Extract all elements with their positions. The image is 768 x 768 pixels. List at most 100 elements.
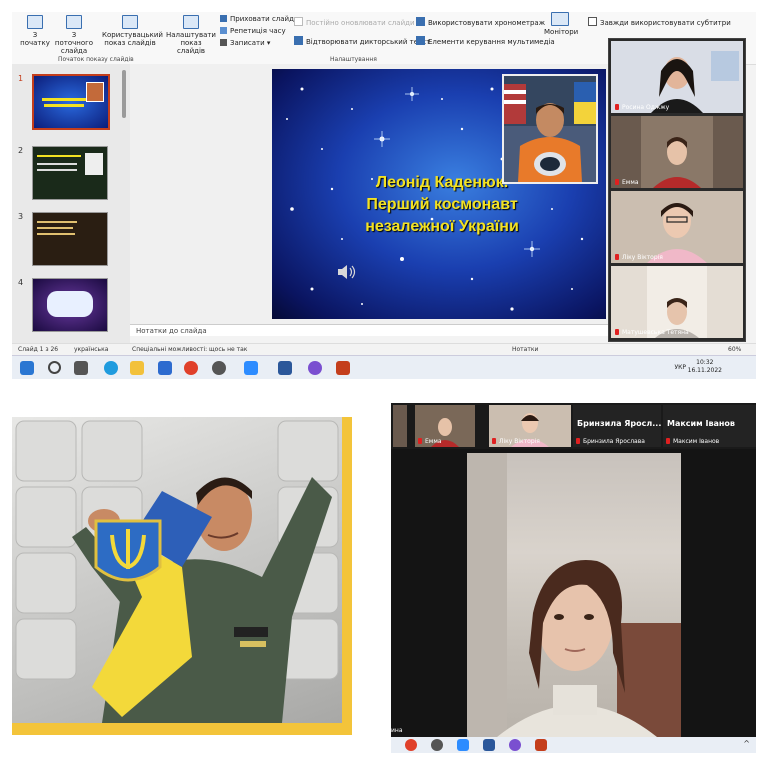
participant-tile[interactable]: Ліку Вікторія [489, 405, 571, 447]
muted-mic-icon [666, 438, 670, 444]
always-subtitles-checkbox[interactable]: Завжди використовувати субтитри [588, 17, 731, 27]
muted-mic-icon [615, 179, 619, 185]
edge-icon[interactable] [104, 361, 118, 375]
language-status[interactable]: українська [74, 344, 108, 355]
word-icon[interactable] [278, 361, 292, 375]
windows-start-icon[interactable] [20, 361, 34, 375]
from-start-button[interactable]: З початку [20, 15, 50, 47]
slide-thumb-1[interactable] [32, 74, 110, 130]
slide-number: 1 [18, 74, 24, 83]
powerpoint-icon[interactable] [535, 739, 547, 751]
always-refresh-checkbox[interactable]: Постійно оновлювати слайди [294, 17, 415, 27]
participant-display-name: Бринзила Яросл... [577, 419, 661, 428]
setup-show-button[interactable]: Налаштувати показ слайдів [166, 15, 216, 55]
thumbnail-scrollbar[interactable] [122, 70, 126, 118]
record-icon [220, 39, 227, 46]
slide-thumb-2[interactable] [32, 146, 108, 200]
slide-number: 2 [18, 146, 24, 155]
keyboard-language[interactable]: УКР [674, 364, 686, 371]
windows-taskbar: УКР 10:32 16.11.2022 [12, 355, 756, 379]
astronaut-photo-card [12, 417, 352, 735]
browser-icon[interactable] [212, 361, 226, 375]
accessibility-status[interactable]: Спеціальні можливості: щось не так [132, 344, 247, 355]
participant-name: Росина Оджжу [615, 104, 669, 111]
participant-display-name: Максим Іванов [667, 419, 735, 428]
mail-icon[interactable] [158, 361, 172, 375]
participant-tile[interactable]: Максим Іванов Максим Іванов [663, 405, 756, 447]
chrome-icon[interactable] [184, 361, 198, 375]
powerpoint-icon[interactable] [336, 361, 350, 375]
use-timings-checkbox[interactable]: Використовувати хронометраж [416, 17, 545, 27]
timer-icon [220, 27, 227, 34]
play-current-icon [66, 15, 82, 29]
windows-taskbar: ^ [391, 737, 756, 753]
speaker-icon[interactable] [336, 264, 358, 280]
slide-number: 4 [18, 278, 24, 287]
muted-mic-icon [492, 438, 496, 444]
zoom-app-icon[interactable] [244, 361, 258, 375]
chevron-up-icon[interactable]: ^ [743, 739, 750, 748]
participant-name: Ліку Вікторія [615, 254, 663, 261]
viber-icon[interactable] [509, 739, 521, 751]
participant-name: Бринзила Ярослава [576, 438, 645, 445]
astronaut-portrait [502, 74, 598, 184]
zoom-level[interactable]: 60% [728, 344, 741, 355]
setup-show-icon [183, 15, 199, 29]
system-clock[interactable]: 10:32 16.11.2022 [688, 359, 722, 375]
participant-strip: Емма Ліку Вікторія Бринзила Яросл... Бри… [391, 403, 756, 449]
yellow-frame [342, 417, 352, 735]
astronaut-photo [12, 417, 342, 723]
participant-tile[interactable]: Емма [611, 116, 743, 188]
muted-mic-icon [615, 104, 619, 110]
word-icon[interactable] [483, 739, 495, 751]
participant-tile[interactable]: Бринзила Яросл... Бринзила Ярослава [573, 405, 661, 447]
notes-toggle[interactable]: Нотатки [512, 344, 538, 355]
participant-name: Ліку Вікторія [492, 438, 540, 445]
muted-mic-icon [615, 329, 619, 335]
slide-thumbnail-pane: 1 2 3 4 [12, 64, 130, 347]
speaker-name-partial: ина [391, 727, 403, 734]
video-participants-panel: Росина Оджжу Емма Ліку Вікторія Матушевс… [608, 38, 746, 342]
participant-tile[interactable]: Матушевська Тетяна [611, 266, 743, 338]
play-icon [27, 15, 43, 29]
custom-show-button[interactable]: Користувацький показ слайдів [102, 15, 163, 47]
zoom-call-screenshot: Емма Ліку Вікторія Бринзила Яросл... Бри… [391, 403, 756, 753]
participant-name: Матушевська Тетяна [615, 329, 689, 336]
active-speaker-video[interactable] [467, 453, 681, 737]
monitor-icon [551, 12, 569, 26]
play-narration-checkbox[interactable]: Відтворювати дикторський текст [294, 36, 430, 46]
participant-tile[interactable]: Емма [415, 405, 475, 447]
muted-mic-icon [576, 438, 580, 444]
monitors-button[interactable]: Монітори [544, 12, 578, 36]
participant-name: Емма [615, 179, 639, 186]
yellow-frame [12, 723, 352, 735]
slide-number: 3 [18, 212, 24, 221]
from-current-button[interactable]: З поточного слайда [52, 15, 96, 55]
slide-thumb-3[interactable] [32, 212, 108, 266]
participant-name: Максим Іванов [666, 438, 719, 445]
task-view-icon[interactable] [74, 361, 88, 375]
group-setup-label: Налаштування [330, 56, 377, 63]
participant-tile-partial[interactable] [393, 405, 407, 447]
custom-show-icon [122, 15, 138, 29]
zoom-app-icon[interactable] [457, 739, 469, 751]
rehearse-timings-button[interactable]: Репетиція часу [220, 27, 286, 35]
participant-tile[interactable]: Ліку Вікторія [611, 191, 743, 263]
slide-thumb-4[interactable] [32, 278, 108, 332]
participant-tile[interactable]: Росина Оджжу [611, 41, 743, 113]
notes-pane[interactable]: Нотатки до слайда [130, 324, 620, 336]
viber-icon[interactable] [308, 361, 322, 375]
search-icon[interactable] [48, 361, 61, 374]
hide-slide-button[interactable]: Приховати слайд [220, 15, 294, 23]
browser-icon[interactable] [431, 739, 443, 751]
powerpoint-screenshot: З початку З поточного слайда Користуваць… [12, 12, 756, 379]
record-button[interactable]: Записати ▾ [220, 39, 270, 47]
chrome-icon[interactable] [405, 739, 417, 751]
hide-slide-icon [220, 15, 227, 22]
file-explorer-icon[interactable] [130, 361, 144, 375]
participant-name: Емма [418, 438, 442, 445]
media-controls-checkbox[interactable]: Елементи керування мультимедіа [416, 36, 555, 46]
muted-mic-icon [615, 254, 619, 260]
group-start-label: Початок показу слайдів [58, 56, 134, 63]
slide-counter: Слайд 1 з 26 [18, 346, 59, 353]
